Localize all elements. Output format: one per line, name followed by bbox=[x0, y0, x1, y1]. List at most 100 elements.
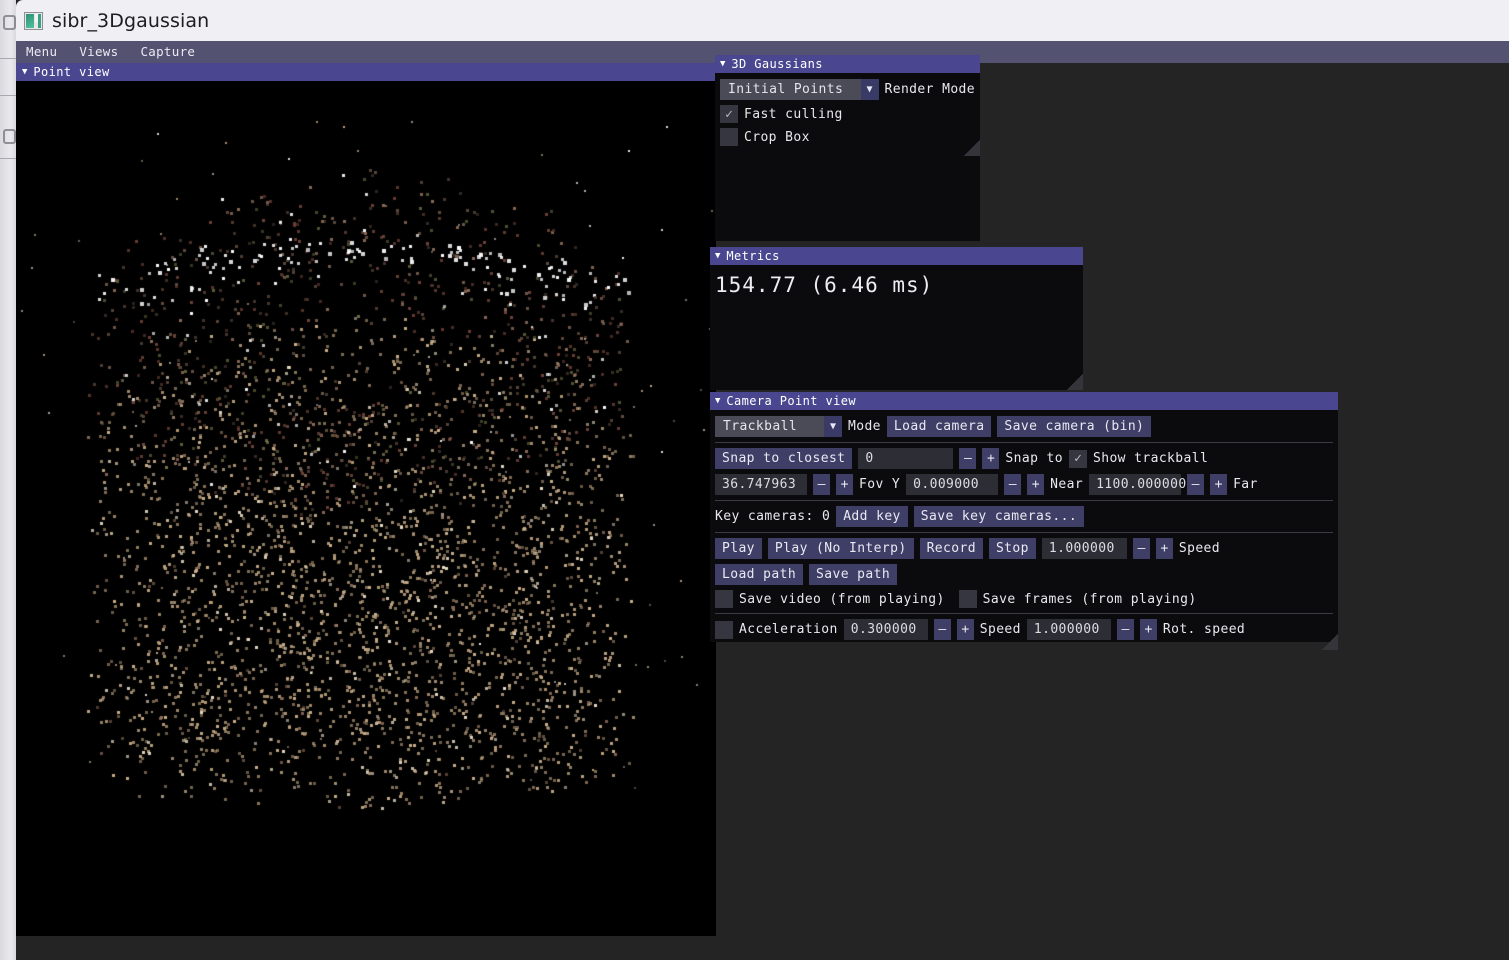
fov-near-far-row: 36.747963 – + Fov Y 0.009000 – + Near 11… bbox=[715, 474, 1333, 495]
snap-row: Snap to closest 0 – + Snap to ✓ Show tra… bbox=[715, 448, 1333, 469]
screen: sibr_3Dgaussian Menu Views Capture ▼ Poi… bbox=[0, 0, 1509, 960]
load-path-button[interactable]: Load path bbox=[715, 564, 804, 585]
os-sidebar-icon-1[interactable] bbox=[1, 14, 17, 32]
triangle-down-icon[interactable]: ▼ bbox=[22, 67, 27, 77]
fov-y-increment-button[interactable]: + bbox=[836, 474, 853, 495]
near-decrement-button[interactable]: – bbox=[1004, 474, 1022, 495]
rot-speed-increment-button[interactable]: + bbox=[1139, 619, 1157, 640]
metrics-fps-value: 154.77 (6.46 ms) bbox=[715, 273, 934, 297]
app-window-icon bbox=[24, 11, 43, 30]
divider bbox=[715, 613, 1333, 614]
play-button[interactable]: Play bbox=[715, 538, 762, 559]
panel-resize-grip[interactable] bbox=[964, 140, 980, 156]
panel-metrics-title: Metrics bbox=[726, 249, 780, 263]
playback-speed-input[interactable]: 1.000000 bbox=[1041, 538, 1127, 559]
render-mode-dropdown[interactable]: Initial Points ▼ bbox=[720, 79, 879, 100]
window-title: sibr_3Dgaussian bbox=[52, 9, 210, 32]
panel-3d-gaussians-title: 3D Gaussians bbox=[731, 57, 823, 71]
save-frames-checkbox[interactable]: ✓ bbox=[958, 590, 977, 608]
far-input[interactable]: 1100.000000 bbox=[1089, 474, 1186, 495]
window-title-bar: sibr_3Dgaussian bbox=[16, 0, 1509, 41]
menu-item-views[interactable]: Views bbox=[79, 41, 118, 63]
panel-resize-grip[interactable] bbox=[1322, 634, 1338, 650]
divider bbox=[715, 500, 1333, 501]
acceleration-input[interactable]: 0.300000 bbox=[843, 619, 928, 640]
far-label: Far bbox=[1233, 477, 1258, 492]
save-path-button[interactable]: Save path bbox=[809, 564, 898, 585]
panel-3d-gaussians-body: Initial Points ▼ Render Mode ✓ Fast cull… bbox=[715, 73, 980, 156]
crop-box-row: ✓ Crop Box bbox=[720, 128, 975, 146]
rot-speed-input[interactable]: 1.000000 bbox=[1026, 619, 1111, 640]
panel-metrics: ▼ Metrics 154.77 (6.46 ms) bbox=[710, 247, 1083, 390]
show-trackball-checkbox[interactable]: ✓ bbox=[1069, 449, 1087, 468]
crop-box-checkbox[interactable]: ✓ bbox=[720, 128, 738, 146]
snap-to-decrement-button[interactable]: – bbox=[959, 448, 977, 469]
key-cameras-count-label: Key cameras: 0 bbox=[715, 509, 831, 524]
key-cameras-row: Key cameras: 0 Add key Save key cameras.… bbox=[715, 506, 1333, 527]
fast-culling-checkbox[interactable]: ✓ bbox=[720, 105, 738, 123]
camera-mode-value: Trackball bbox=[723, 419, 798, 434]
far-decrement-button[interactable]: – bbox=[1187, 474, 1205, 495]
render-mode-label: Render Mode bbox=[884, 82, 975, 97]
save-camera-bin-button[interactable]: Save camera (bin) bbox=[997, 416, 1152, 437]
rot-speed-inner-label: Speed bbox=[979, 622, 1021, 637]
snap-to-increment-button[interactable]: + bbox=[982, 448, 1000, 469]
render-mode-value: Initial Points bbox=[728, 82, 844, 97]
divider bbox=[715, 532, 1333, 533]
path-row: Load path Save path bbox=[715, 564, 1333, 585]
save-video-checkbox[interactable]: ✓ bbox=[715, 590, 733, 608]
record-button[interactable]: Record bbox=[919, 538, 983, 559]
point-cloud-canvas[interactable] bbox=[16, 81, 716, 936]
panel-metrics-title-bar[interactable]: ▼ Metrics bbox=[710, 247, 1083, 265]
fov-y-input[interactable]: 36.747963 bbox=[715, 474, 807, 495]
save-key-cameras-button[interactable]: Save key cameras... bbox=[913, 506, 1085, 527]
acceleration-label: Acceleration bbox=[739, 622, 838, 637]
crop-box-label: Crop Box bbox=[744, 129, 810, 145]
acceleration-decrement-button[interactable]: – bbox=[933, 619, 951, 640]
acceleration-increment-button[interactable]: + bbox=[956, 619, 974, 640]
playback-row: Play Play (No Interp) Record Stop 1.0000… bbox=[715, 538, 1333, 559]
playback-speed-increment-button[interactable]: + bbox=[1155, 538, 1173, 559]
chevron-down-icon[interactable]: ▼ bbox=[860, 79, 879, 100]
fov-y-decrement-button[interactable]: – bbox=[813, 474, 830, 495]
camera-mode-dropdown[interactable]: Trackball ▼ bbox=[715, 416, 842, 437]
render-mode-row: Initial Points ▼ Render Mode bbox=[720, 79, 975, 100]
point-view-render-canvas[interactable] bbox=[16, 81, 716, 936]
acceleration-checkbox[interactable]: ✓ bbox=[715, 620, 733, 639]
far-increment-button[interactable]: + bbox=[1210, 474, 1228, 495]
camera-mode-row: Trackball ▼ Mode Load camera Save camera… bbox=[715, 416, 1333, 437]
fast-culling-label: Fast culling bbox=[744, 106, 843, 122]
add-key-button[interactable]: Add key bbox=[836, 506, 908, 527]
near-input[interactable]: 0.009000 bbox=[906, 474, 999, 495]
play-no-interp-button[interactable]: Play (No Interp) bbox=[767, 538, 914, 559]
panel-camera-title: Camera Point view bbox=[726, 394, 857, 408]
divider bbox=[715, 442, 1333, 443]
triangle-down-icon[interactable]: ▼ bbox=[715, 396, 720, 406]
app-window: sibr_3Dgaussian Menu Views Capture ▼ Poi… bbox=[16, 0, 1509, 960]
point-view-title-bar[interactable]: ▼ Point view bbox=[16, 63, 716, 81]
menu-item-menu[interactable]: Menu bbox=[26, 41, 57, 63]
panel-resize-grip[interactable] bbox=[1067, 374, 1083, 390]
playback-speed-decrement-button[interactable]: – bbox=[1132, 538, 1150, 559]
snap-to-input[interactable]: 0 bbox=[858, 448, 954, 469]
playback-speed-label: Speed bbox=[1178, 541, 1220, 556]
panel-3d-gaussians-title-bar[interactable]: ▼ 3D Gaussians bbox=[715, 55, 980, 73]
stop-button[interactable]: Stop bbox=[988, 538, 1036, 559]
snap-to-closest-button[interactable]: Snap to closest bbox=[715, 448, 853, 469]
near-increment-button[interactable]: + bbox=[1027, 474, 1045, 495]
panel-metrics-body: 154.77 (6.46 ms) bbox=[710, 265, 1083, 390]
near-label: Near bbox=[1050, 477, 1084, 492]
os-sidebar-icon-2[interactable] bbox=[1, 128, 17, 146]
load-camera-button[interactable]: Load camera bbox=[886, 416, 992, 437]
triangle-down-icon[interactable]: ▼ bbox=[715, 251, 720, 261]
panel-camera-title-bar[interactable]: ▼ Camera Point view bbox=[710, 392, 1338, 410]
triangle-down-icon[interactable]: ▼ bbox=[720, 59, 725, 69]
save-video-label: Save video (from playing) bbox=[739, 591, 945, 607]
save-frames-label: Save frames (from playing) bbox=[982, 591, 1197, 607]
chevron-down-icon[interactable]: ▼ bbox=[824, 416, 842, 437]
save-outputs-row: ✓ Save video (from playing) ✓ Save frame… bbox=[715, 590, 1333, 608]
menu-item-capture[interactable]: Capture bbox=[140, 41, 195, 63]
fov-y-label: Fov Y bbox=[859, 477, 901, 492]
panel-camera-body: Trackball ▼ Mode Load camera Save camera… bbox=[710, 410, 1338, 650]
rot-speed-decrement-button[interactable]: – bbox=[1116, 619, 1134, 640]
